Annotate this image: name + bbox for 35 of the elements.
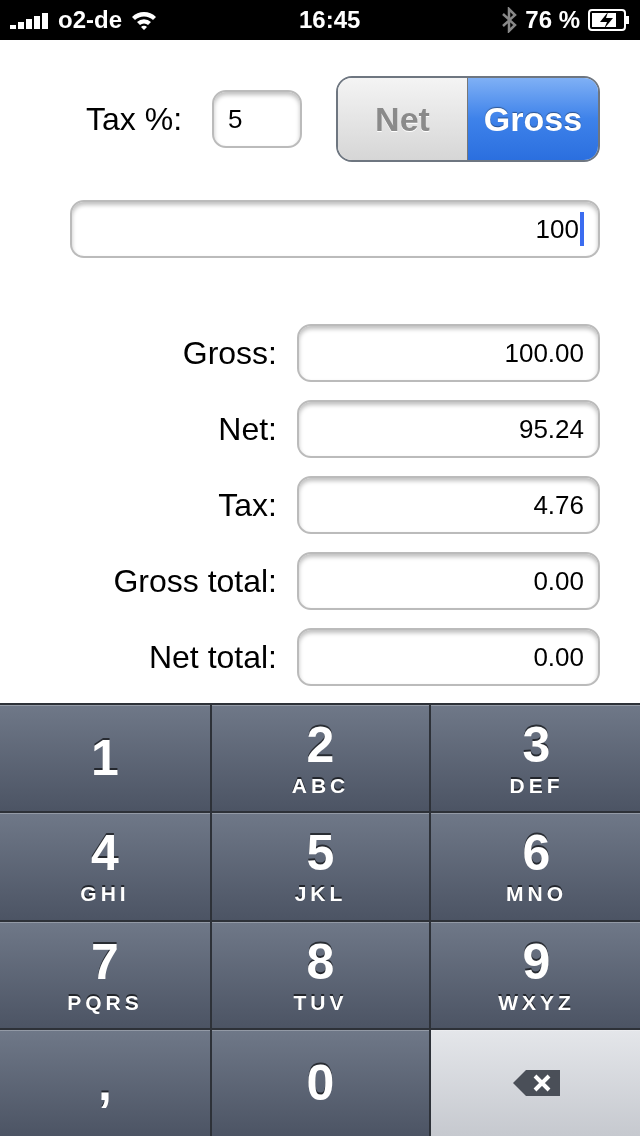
- mode-segment[interactable]: Gross: [468, 78, 598, 160]
- keypad-key[interactable]: 3 DEF: [431, 705, 640, 812]
- result-field: 0.00: [297, 628, 600, 686]
- signal-icon: [10, 11, 50, 29]
- bluetooth-icon: [501, 7, 518, 33]
- tax-input-field[interactable]: 5: [212, 90, 302, 148]
- keypad-key[interactable]: 5 JKL: [212, 813, 429, 920]
- keypad-key[interactable]: 1: [0, 705, 210, 812]
- keypad-key[interactable]: 4 GHI: [0, 813, 210, 920]
- keypad-key[interactable]: ,: [0, 1029, 210, 1136]
- amount-input-field[interactable]: 100: [70, 200, 600, 258]
- keypad-key[interactable]: 7 PQRS: [0, 921, 210, 1028]
- clock-time: 16:45: [298, 6, 361, 34]
- keypad-key[interactable]: 2 ABC: [212, 705, 429, 812]
- text-cursor: [580, 212, 584, 246]
- keypad-key[interactable]: 8 TUV: [212, 921, 429, 1028]
- keypad-key[interactable]: 0: [212, 1029, 429, 1136]
- keypad-key[interactable]: 9 WXYZ: [431, 921, 640, 1028]
- result-field: 4.76: [297, 476, 600, 534]
- result-field: 95.24: [297, 400, 600, 458]
- battery-percent: 76 %: [525, 6, 580, 34]
- tax-label: Tax %:: [86, 100, 184, 138]
- result-field: 0.00: [297, 552, 600, 610]
- result-field: 100.00: [297, 324, 600, 382]
- delete-key[interactable]: [431, 1029, 640, 1136]
- result-label: Gross:: [181, 334, 277, 372]
- result-label: Tax:: [217, 486, 277, 524]
- backspace-icon: [511, 1067, 562, 1098]
- result-label: Gross total:: [112, 562, 277, 600]
- carrier-name: o2-de: [58, 6, 122, 34]
- result-label: Net total:: [147, 638, 277, 676]
- keypad-key[interactable]: 6 MNO: [431, 813, 640, 920]
- battery-charging-icon: [588, 9, 630, 31]
- wifi-icon: [130, 10, 158, 30]
- result-label: Net:: [217, 410, 277, 448]
